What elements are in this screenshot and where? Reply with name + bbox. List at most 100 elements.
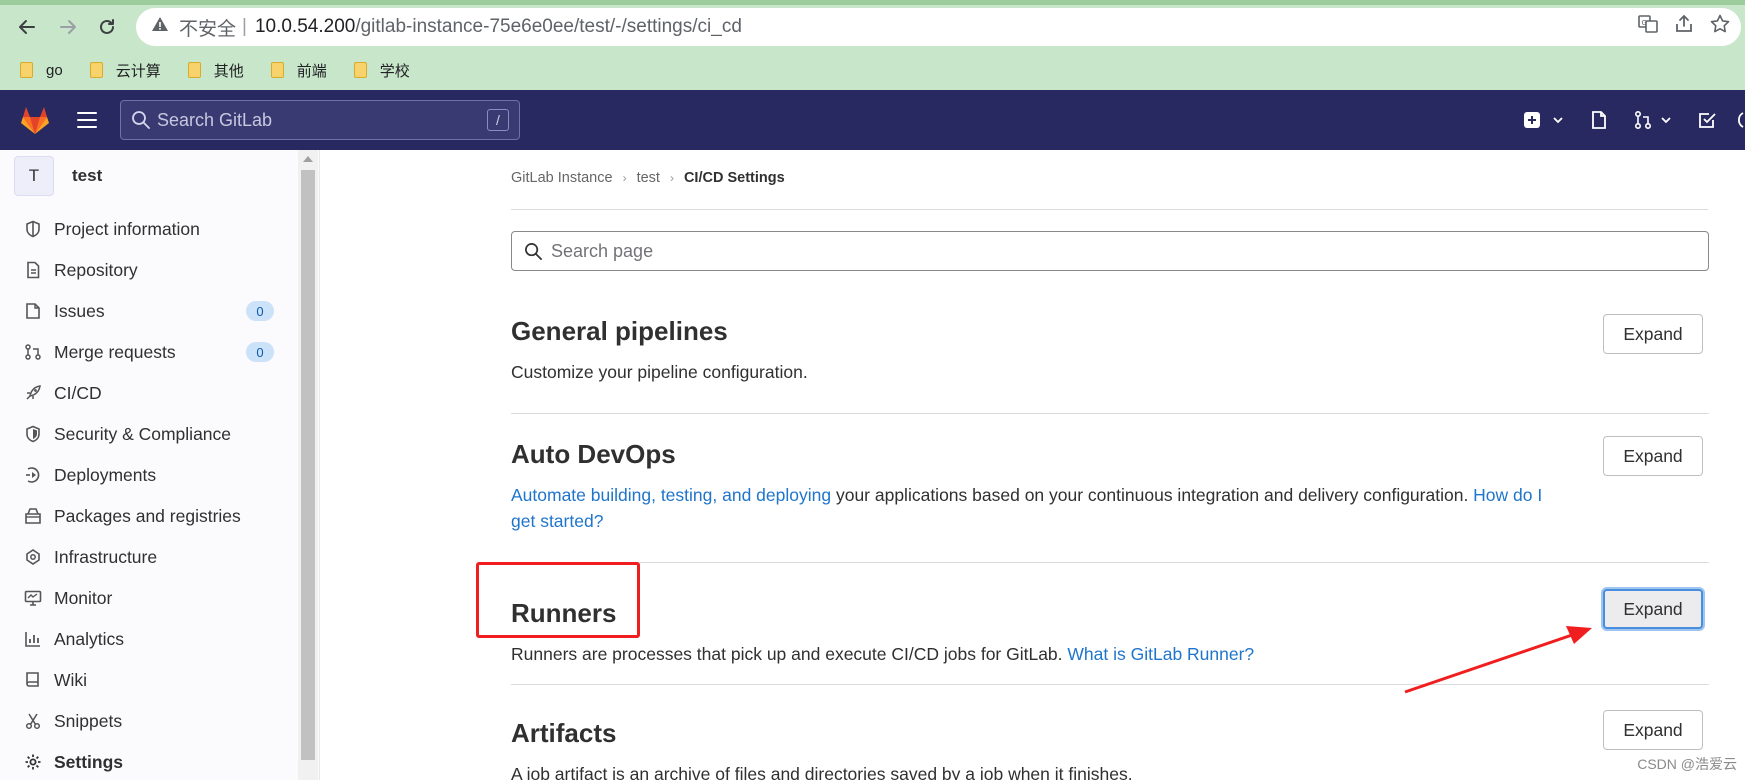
bookmark-folder[interactable]: 前端 [270,60,327,81]
autodevops-link[interactable]: Automate building, testing, and deployin… [511,485,831,505]
sidebar-item-monitor[interactable]: Monitor [22,581,284,615]
issues-icon [22,300,44,322]
sidebar-item-packages-registries[interactable]: Packages and registries [22,499,284,533]
help-header-button[interactable] [1725,90,1745,150]
todos-header-button[interactable] [1689,90,1725,150]
back-button[interactable] [10,10,44,44]
monitor-icon [22,587,44,609]
sidebar-item-label: Project information [54,218,200,239]
sidebar-item-infrastructure[interactable]: Infrastructure [22,540,284,574]
sidebar-item-issues[interactable]: Issues 0 [22,294,284,328]
expand-runners-button[interactable]: Expand [1603,589,1703,629]
sidebar-item-project-information[interactable]: Project information [22,212,284,246]
header-actions [1515,90,1745,150]
sidebar-scrollbar[interactable] [298,150,318,780]
sidebar-item-snippets[interactable]: Snippets [22,704,284,738]
breadcrumb-current[interactable]: CI/CD Settings [684,170,785,186]
todo-check-icon [1699,113,1716,128]
book-icon [22,669,44,691]
folder-icon [20,62,33,78]
expand-auto-devops-button[interactable]: Expand [1603,436,1703,476]
reload-button[interactable] [90,10,124,44]
sidebar-item-repository[interactable]: Repository [22,253,284,287]
bookmark-folder[interactable]: 学校 [353,60,410,81]
watermark: CSDN @浩爱云 [1637,756,1737,772]
issues-header-button[interactable] [1581,90,1617,150]
sidebar-item-label: Settings [54,751,124,772]
gitlab-logo[interactable] [18,103,52,137]
main-menu-button[interactable] [72,105,102,135]
sidebar-item-merge-requests[interactable]: Merge requests 0 [22,335,284,369]
chevron-down-icon [1661,117,1671,124]
divider [511,684,1709,685]
breadcrumb-link[interactable]: GitLab Instance [511,170,613,186]
hamburger-icon-line [77,126,97,128]
project-context[interactable]: T test [14,156,102,196]
sidebar-item-label: CI/CD [54,382,102,403]
expand-artifacts-button[interactable]: Expand [1603,710,1703,750]
star-icon[interactable] [1709,13,1731,41]
folder-icon [187,62,201,78]
section-description: Automate building, testing, and deployin… [511,482,1561,534]
sidebar-item-ci-cd[interactable]: CI/CD [22,376,284,410]
hamburger-icon [77,112,97,114]
forward-button[interactable] [51,10,85,44]
expand-general-pipelines-button[interactable]: Expand [1603,314,1703,354]
issues-count-badge: 0 [246,301,274,321]
sidebar-item-wiki[interactable]: Wiki [22,663,284,697]
repository-icon [22,259,44,281]
warning-icon[interactable] [151,15,169,39]
folder-icon [353,62,367,78]
get-started-link-continued[interactable]: get started? [511,511,603,531]
sidebar-item-label: Infrastructure [54,546,158,567]
search-shortcut-hint: / [487,109,509,131]
section-description: A job artifact is an archive of files an… [511,764,1133,780]
sidebar-item-label: Packages and registries [54,505,241,526]
general-pipelines-section: General pipelines Customize your pipelin… [511,314,1709,416]
bookmark-folder[interactable]: 其他 [187,60,244,81]
arrow-right-icon [60,20,76,34]
sidebar-item-label: Repository [54,259,138,280]
bookmark-folder[interactable]: 云计算 [89,60,161,81]
gitlab-search-box[interactable]: Search GitLab / [120,100,520,140]
search-placeholder: Search GitLab [157,109,273,130]
search-page-input[interactable]: Search page [511,231,1709,271]
sidebar-item-deployments[interactable]: Deployments [22,458,284,492]
search-icon [132,111,150,129]
translate-icon[interactable]: G [1637,13,1659,41]
merge-requests-header-button[interactable] [1625,90,1681,150]
arrow-left-icon [19,20,35,34]
merge-request-icon [22,341,44,363]
breadcrumb-link[interactable]: test [637,170,660,186]
scissors-icon [22,710,44,732]
tab-strip-edge [0,0,1745,5]
project-name: test [72,166,103,185]
sidebar-item-label: Monitor [54,587,113,608]
new-dropdown-button[interactable] [1515,90,1573,150]
scroll-up-arrow-icon[interactable] [303,156,313,162]
folder-icon [270,62,284,78]
deployments-icon [22,464,44,486]
runner-help-link[interactable]: What is GitLab Runner? [1067,644,1254,664]
section-title: General pipelines [511,316,728,346]
description-text: your applications based on your continuo… [831,485,1474,505]
address-bar[interactable]: 不安全 | 10.0.54.200 /gitlab-instance-75e6e… [136,8,1741,46]
chevron-right-icon: › [622,171,627,185]
sidebar-item-security-compliance[interactable]: Security & Compliance [22,417,284,451]
sidebar-scroll-thumb[interactable] [301,170,315,760]
section-title: Artifacts [511,718,617,748]
shield-icon [22,423,44,445]
bookmark-folder[interactable]: go [20,62,63,79]
bookmarks-bar: go 云计算 其他 前端 学校 [0,54,437,86]
divider [511,562,1709,563]
sidebar-item-analytics[interactable]: Analytics [22,622,284,656]
search-page-placeholder: Search page [551,240,654,261]
browser-chrome: 不安全 | 10.0.54.200 /gitlab-instance-75e6e… [0,0,1745,90]
auto-devops-section: Auto DevOps Automate building, testing, … [511,436,1709,549]
security-label: 不安全 [179,18,237,40]
section-title: Runners [511,598,617,628]
get-started-link[interactable]: How do I [1473,485,1542,505]
share-icon[interactable] [1673,13,1695,41]
sidebar-item-settings[interactable]: Settings [22,745,284,779]
tanuki-logo-icon [21,107,49,134]
